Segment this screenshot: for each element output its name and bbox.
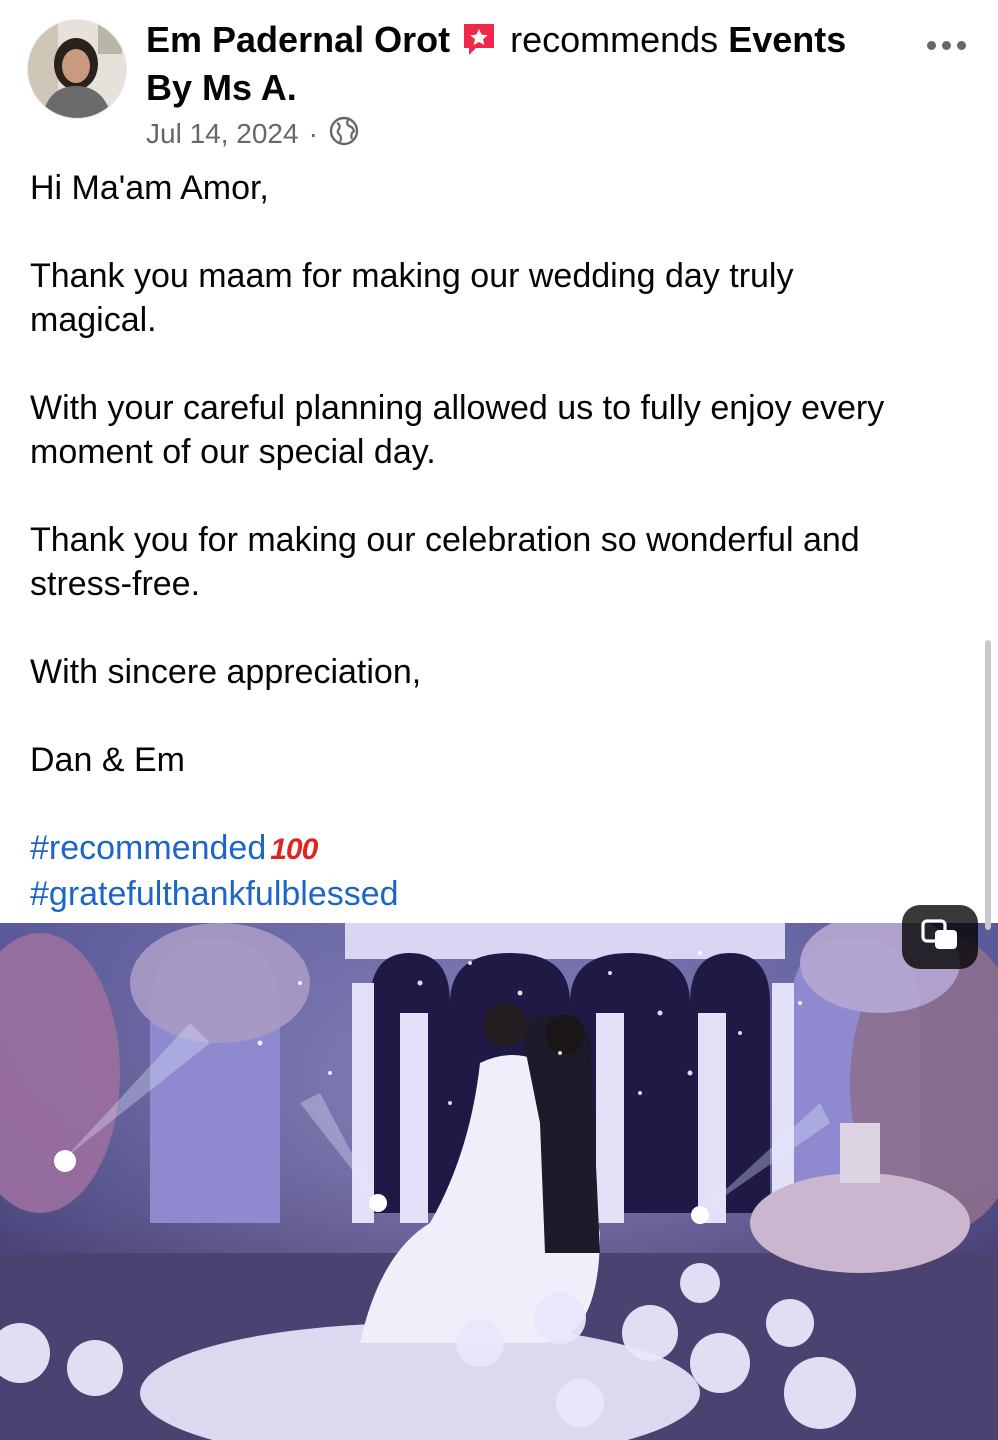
page-name-by-ms-a[interactable]: By Ms A. xyxy=(146,67,297,108)
hashtag-recommended[interactable]: #recommended xyxy=(30,829,266,867)
post-photo[interactable] xyxy=(0,923,998,1440)
author-name[interactable]: Em Padernal Orot xyxy=(146,19,450,60)
globe-icon[interactable] xyxy=(328,115,360,154)
recommend-star-icon xyxy=(460,20,498,58)
body-line: moment of our special day. xyxy=(30,433,436,471)
page-name-events[interactable]: Events xyxy=(728,19,846,60)
post-date[interactable]: Jul 14, 2024 xyxy=(146,118,299,150)
body-line: stress-free. xyxy=(30,565,201,603)
body-line: Thank you for making our celebration so … xyxy=(30,521,860,559)
more-options-icon xyxy=(956,40,966,50)
action-verb: recommends xyxy=(510,19,719,60)
post-header: Em Padernal Orot recommends Events By Ms … xyxy=(146,16,886,112)
body-line: Thank you maam for making our wedding da… xyxy=(30,257,794,295)
more-options-icon xyxy=(926,40,936,50)
multiple-photos-icon xyxy=(920,918,960,957)
post-meta: Jul 14, 2024 · xyxy=(146,114,360,154)
multiple-photos-button[interactable] xyxy=(902,905,978,969)
hashtag-grateful[interactable]: #gratefulthankfulblessed xyxy=(30,875,399,913)
body-line: With your careful planning allowed us to… xyxy=(30,389,885,427)
meta-separator: · xyxy=(308,118,318,149)
greeting-line: Hi Ma'am Amor, xyxy=(30,169,269,207)
scrollbar[interactable] xyxy=(985,640,991,930)
post-text: Hi Ma'am Amor, Thank you maam for making… xyxy=(30,166,970,916)
signature-line: Dan & Em xyxy=(30,741,185,779)
author-avatar[interactable] xyxy=(28,20,126,118)
more-options-button[interactable] xyxy=(918,28,974,62)
body-line: magical. xyxy=(30,301,157,339)
more-options-icon xyxy=(941,40,951,50)
closing-line: With sincere appreciation, xyxy=(30,653,422,691)
hundred-points-emoji: 100 xyxy=(270,833,318,866)
